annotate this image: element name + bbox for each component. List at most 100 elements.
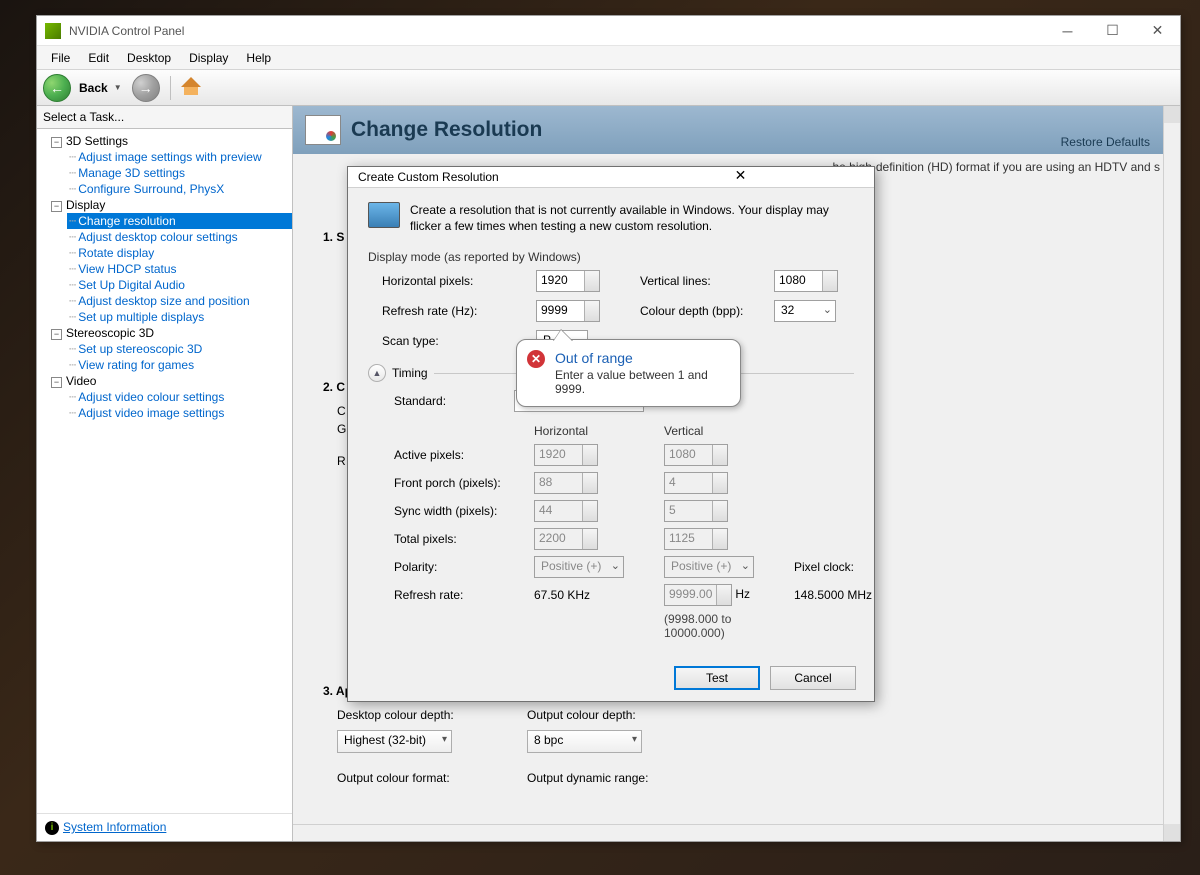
tree-toggle[interactable]: − (51, 329, 62, 340)
polarity-label: Polarity: (394, 560, 524, 574)
sidebar-item[interactable]: View HDCP status (67, 261, 292, 277)
hpixels-label: Horizontal pixels: (382, 274, 522, 288)
dialog-info-text: Create a resolution that is not currentl… (410, 202, 854, 234)
maximize-button[interactable]: ☐ (1090, 16, 1135, 45)
refresh-label: Refresh rate (Hz): (382, 304, 522, 318)
menubar: File Edit Desktop Display Help (37, 46, 1180, 70)
menu-desktop[interactable]: Desktop (119, 48, 179, 68)
colour-depth-select[interactable]: 32 (774, 300, 836, 322)
polarity-v-select: Positive (+) (664, 556, 754, 578)
titlebar[interactable]: NVIDIA Control Panel ─ ☐ ✕ (37, 16, 1180, 46)
horizontal-scrollbar[interactable] (293, 824, 1163, 841)
cancel-button[interactable]: Cancel (770, 666, 856, 690)
total-h-input: 2200▲▼ (534, 528, 598, 550)
sidebar-header: Select a Task... (37, 106, 292, 129)
refresh-v-input: 9999.00▲▼ (664, 584, 732, 606)
home-icon[interactable] (181, 79, 201, 97)
sidebar-item[interactable]: Adjust image settings with preview (67, 149, 292, 165)
col-horizontal: Horizontal (534, 424, 654, 438)
dialog-titlebar[interactable]: Create Custom Resolution ✕ (348, 167, 874, 188)
output-depth-select[interactable]: 8 bpc (527, 730, 642, 753)
total-pixels-label: Total pixels: (394, 532, 524, 546)
output-format-label: Output colour format: (337, 771, 527, 785)
active-pixels-label: Active pixels: (394, 448, 524, 462)
desktop-depth-select[interactable]: Highest (32-bit) (337, 730, 452, 753)
tooltip-message: Enter a value between 1 and 9999. (555, 368, 728, 396)
dialog-close-button[interactable]: ✕ (613, 167, 868, 187)
toolbar-separator (170, 76, 171, 100)
output-depth-label: Output colour depth: (527, 708, 717, 722)
sidebar-item[interactable]: Adjust desktop size and position (67, 293, 292, 309)
sidebar-item[interactable]: Adjust desktop colour settings (67, 229, 292, 245)
front-v-input: 4▲▼ (664, 472, 728, 494)
sidebar-item[interactable]: Rotate display (67, 245, 292, 261)
test-button[interactable]: Test (674, 666, 760, 690)
desktop-depth-label: Desktop colour depth: (337, 708, 527, 722)
pixel-clock-value: 148.5000 MHz (794, 588, 904, 602)
pixel-clock-label: Pixel clock: (794, 560, 854, 574)
sidebar-item[interactable]: Configure Surround, PhysX (67, 181, 292, 197)
menu-help[interactable]: Help (238, 48, 279, 68)
dialog-title: Create Custom Resolution (358, 170, 613, 184)
menu-display[interactable]: Display (181, 48, 236, 68)
sidebar-item[interactable]: Set Up Digital Audio (67, 277, 292, 293)
sidebar-item[interactable]: Set up multiple displays (67, 309, 292, 325)
sync-width-label: Sync width (pixels): (394, 504, 524, 518)
restore-defaults-link[interactable]: Restore Defaults (1061, 135, 1150, 149)
horizontal-pixels-input[interactable]: 1920▲▼ (536, 270, 600, 292)
sidebar-item[interactable]: View rating for games (67, 357, 292, 373)
output-range-label: Output dynamic range: (527, 771, 717, 785)
front-porch-label: Front porch (pixels): (394, 476, 524, 490)
task-sidebar: Select a Task... −3D Settings Adjust ima… (37, 106, 293, 841)
vertical-lines-input[interactable]: 1080▲▼ (774, 270, 838, 292)
menu-file[interactable]: File (43, 48, 78, 68)
back-label: Back (79, 81, 108, 95)
sidebar-item[interactable]: Adjust video image settings (67, 405, 292, 421)
minimize-button[interactable]: ─ (1045, 16, 1090, 45)
tree-toggle[interactable]: − (51, 201, 62, 212)
sidebar-item[interactable]: Set up stereoscopic 3D (67, 341, 292, 357)
system-information-link[interactable]: iSystem Information (37, 813, 292, 841)
display-mode-label: Display mode (as reported by Windows) (368, 250, 854, 264)
tree-category-video: Video (66, 374, 96, 388)
error-icon: ✕ (527, 350, 545, 368)
polarity-h-select: Positive (+) (534, 556, 624, 578)
active-v-input: 1080▲▼ (664, 444, 728, 466)
tree-category-display: Display (66, 198, 105, 212)
display-icon (305, 115, 341, 145)
tree-category-stereo: Stereoscopic 3D (66, 326, 154, 340)
col-vertical: Vertical (664, 424, 784, 438)
refresh-range: (9998.000 to 10000.000) (664, 612, 784, 640)
validation-tooltip: ✕ Out of range Enter a value between 1 a… (516, 339, 741, 407)
toolbar: Back ▼ (37, 70, 1180, 106)
back-button[interactable] (43, 74, 71, 102)
timing-collapse-button[interactable]: ▲ (368, 364, 386, 382)
tooltip-title: Out of range (555, 350, 728, 366)
sidebar-item[interactable]: Manage 3D settings (67, 165, 292, 181)
close-button[interactable]: ✕ (1135, 16, 1180, 45)
page-header: Change Resolution Restore Defaults (293, 106, 1180, 154)
refresh-rate-label: Refresh rate: (394, 588, 524, 602)
window-title: NVIDIA Control Panel (69, 24, 1045, 38)
vlines-label: Vertical lines: (640, 274, 760, 288)
sidebar-item[interactable]: Adjust video colour settings (67, 389, 292, 405)
tree-toggle[interactable]: − (51, 377, 62, 388)
standard-label: Standard: (394, 394, 494, 408)
forward-button[interactable] (132, 74, 160, 102)
create-custom-resolution-dialog: Create Custom Resolution ✕ Create a reso… (347, 166, 875, 702)
sync-h-input: 44▲▼ (534, 500, 598, 522)
depth-label: Colour depth (bpp): (640, 304, 760, 318)
active-h-input: 1920▲▼ (534, 444, 598, 466)
info-icon: i (45, 821, 59, 835)
scan-label: Scan type: (382, 334, 522, 348)
tree-toggle[interactable]: − (51, 137, 62, 148)
back-history-dropdown[interactable]: ▼ (114, 83, 122, 92)
nvidia-icon (45, 23, 61, 39)
menu-edit[interactable]: Edit (80, 48, 117, 68)
monitor-icon (368, 202, 400, 228)
task-tree: −3D Settings Adjust image settings with … (37, 129, 292, 813)
refresh-rate-input[interactable]: 9999▲▼ (536, 300, 600, 322)
vertical-scrollbar[interactable] (1163, 106, 1180, 841)
sidebar-item-change-resolution[interactable]: Change resolution (67, 213, 292, 229)
tree-category-3d: 3D Settings (66, 134, 128, 148)
